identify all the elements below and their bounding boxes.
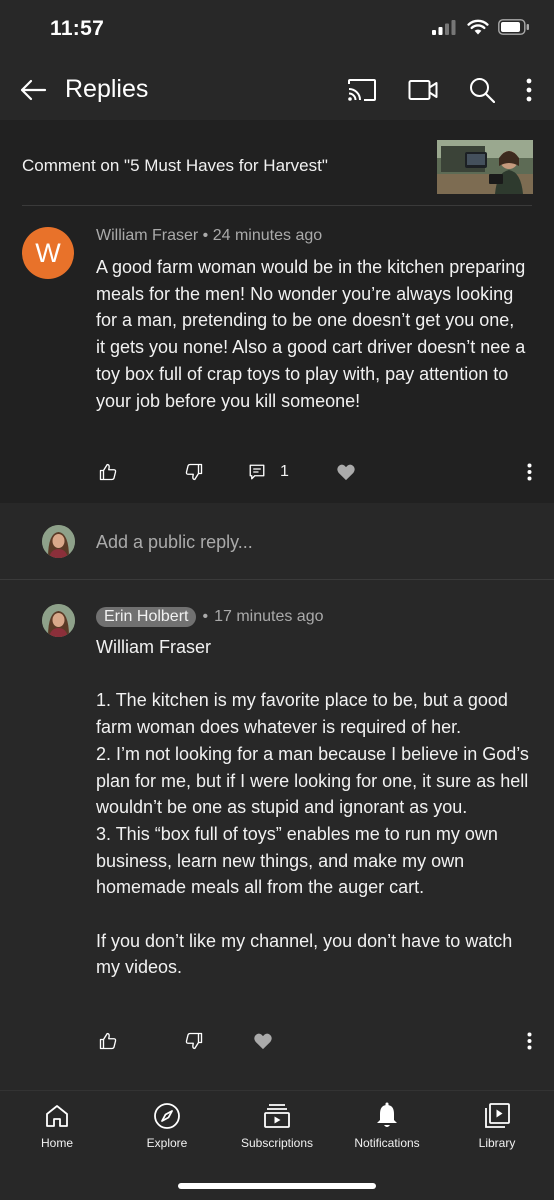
creator-author-badge[interactable]: Erin Holbert	[96, 607, 197, 627]
avatar[interactable]	[42, 604, 75, 637]
user-avatar-image	[42, 604, 75, 637]
bell-icon	[377, 1102, 397, 1127]
status-time: 11:57	[50, 17, 105, 40]
arrow-left-icon	[20, 79, 47, 101]
reply-line: 2. I’m not looking for a man because I b…	[96, 743, 529, 818]
nav-subscriptions[interactable]: Subscriptions	[222, 1099, 332, 1150]
reply-text: William Fraser 1. The kitchen is my favo…	[96, 634, 536, 981]
comment: W William Fraser • 24 minutes ago A good…	[0, 206, 554, 503]
home-indicator[interactable]	[178, 1183, 376, 1189]
comment-author[interactable]: William Fraser	[96, 227, 198, 244]
reply-more-button[interactable]	[527, 1032, 532, 1055]
nav-notifications[interactable]: Notifications	[332, 1099, 442, 1150]
battery-icon	[498, 19, 530, 40]
status-icons	[432, 19, 530, 40]
like-button[interactable]	[99, 463, 117, 481]
heart-icon	[337, 464, 355, 481]
nav-library[interactable]: Library	[442, 1099, 552, 1150]
status-bar: 11:57	[0, 0, 554, 60]
nav-label: Subscriptions	[240, 1136, 314, 1150]
creator-heart-button[interactable]	[253, 1032, 273, 1050]
current-user-avatar	[42, 525, 75, 558]
nav-label: Explore	[146, 1136, 188, 1150]
user-avatar-image	[42, 525, 75, 558]
wifi-icon	[467, 19, 489, 40]
search-icon	[470, 78, 495, 103]
reply-line: 3. This “box full of toys” enables me to…	[96, 823, 498, 898]
comment-icon	[249, 464, 265, 480]
nav-explore[interactable]: Explore	[112, 1099, 222, 1150]
heart-icon	[254, 1033, 272, 1050]
page-title: Replies	[65, 75, 149, 103]
cellular-signal-icon	[432, 19, 458, 40]
comment-meta: William Fraser • 24 minutes ago	[96, 227, 322, 245]
reply-time: 17 minutes ago	[214, 608, 324, 625]
nav-home[interactable]: Home	[2, 1099, 112, 1150]
thumbs-up-icon	[99, 1032, 117, 1050]
reply-line: William Fraser	[96, 637, 211, 657]
app-bar-actions	[347, 74, 532, 106]
reply-meta: Erin Holbert • 17 minutes ago	[96, 607, 324, 627]
comment-time: 24 minutes ago	[212, 227, 323, 244]
back-button[interactable]	[16, 74, 50, 106]
comment-actions: 1	[96, 459, 536, 485]
reply-line	[96, 661, 536, 688]
reply-line: If you don’t like my channel, you don’t …	[96, 930, 513, 978]
thumbs-up-icon	[99, 463, 117, 481]
app-bar: Replies	[0, 60, 554, 120]
subscriptions-icon	[264, 1104, 290, 1128]
dislike-button[interactable]	[185, 1032, 203, 1050]
thumbs-down-icon	[185, 463, 203, 481]
dislike-button[interactable]	[185, 463, 203, 481]
meta-separator: •	[202, 227, 209, 244]
compass-icon	[154, 1103, 180, 1129]
reply-actions	[96, 1028, 536, 1054]
add-reply-box[interactable]: Add a public reply...	[0, 503, 554, 580]
comment-more-button[interactable]	[527, 463, 532, 486]
nav-label: Notifications	[354, 1136, 420, 1150]
video-thumbnail-image	[437, 140, 533, 194]
home-icon	[46, 1105, 68, 1127]
meta-separator: •	[202, 608, 209, 625]
nav-label: Library	[478, 1136, 516, 1150]
replies-button[interactable]: 1	[248, 463, 289, 481]
reply-line	[96, 901, 536, 928]
search-button[interactable]	[469, 74, 495, 106]
creator-heart-button[interactable]	[336, 463, 356, 481]
cast-button[interactable]	[347, 74, 377, 106]
reply-line: 1. The kitchen is my favorite place to b…	[96, 690, 508, 738]
reply-count: 1	[280, 463, 289, 480]
thumbs-down-icon	[185, 1032, 203, 1050]
video-camera-icon	[408, 80, 438, 100]
nav-label: Home	[40, 1136, 73, 1150]
reply-input[interactable]: Add a public reply...	[96, 532, 253, 553]
comment-text: A good farm woman would be in the kitche…	[96, 257, 526, 411]
create-button[interactable]	[408, 74, 438, 106]
like-button[interactable]	[99, 1032, 117, 1050]
more-vertical-icon	[526, 78, 532, 102]
avatar[interactable]: W	[22, 227, 74, 279]
video-context-title: Comment on "5 Must Haves for Harvest"	[22, 156, 328, 175]
video-thumbnail[interactable]	[437, 140, 533, 194]
library-icon	[485, 1103, 510, 1128]
more-vertical-icon	[527, 1032, 532, 1050]
reply-comment: Erin Holbert • 17 minutes ago William Fr…	[0, 580, 554, 1090]
more-vertical-icon	[527, 463, 532, 481]
more-options-button[interactable]	[526, 74, 532, 106]
cast-icon	[348, 79, 376, 101]
video-context-header[interactable]: Comment on "5 Must Haves for Harvest"	[0, 120, 554, 206]
